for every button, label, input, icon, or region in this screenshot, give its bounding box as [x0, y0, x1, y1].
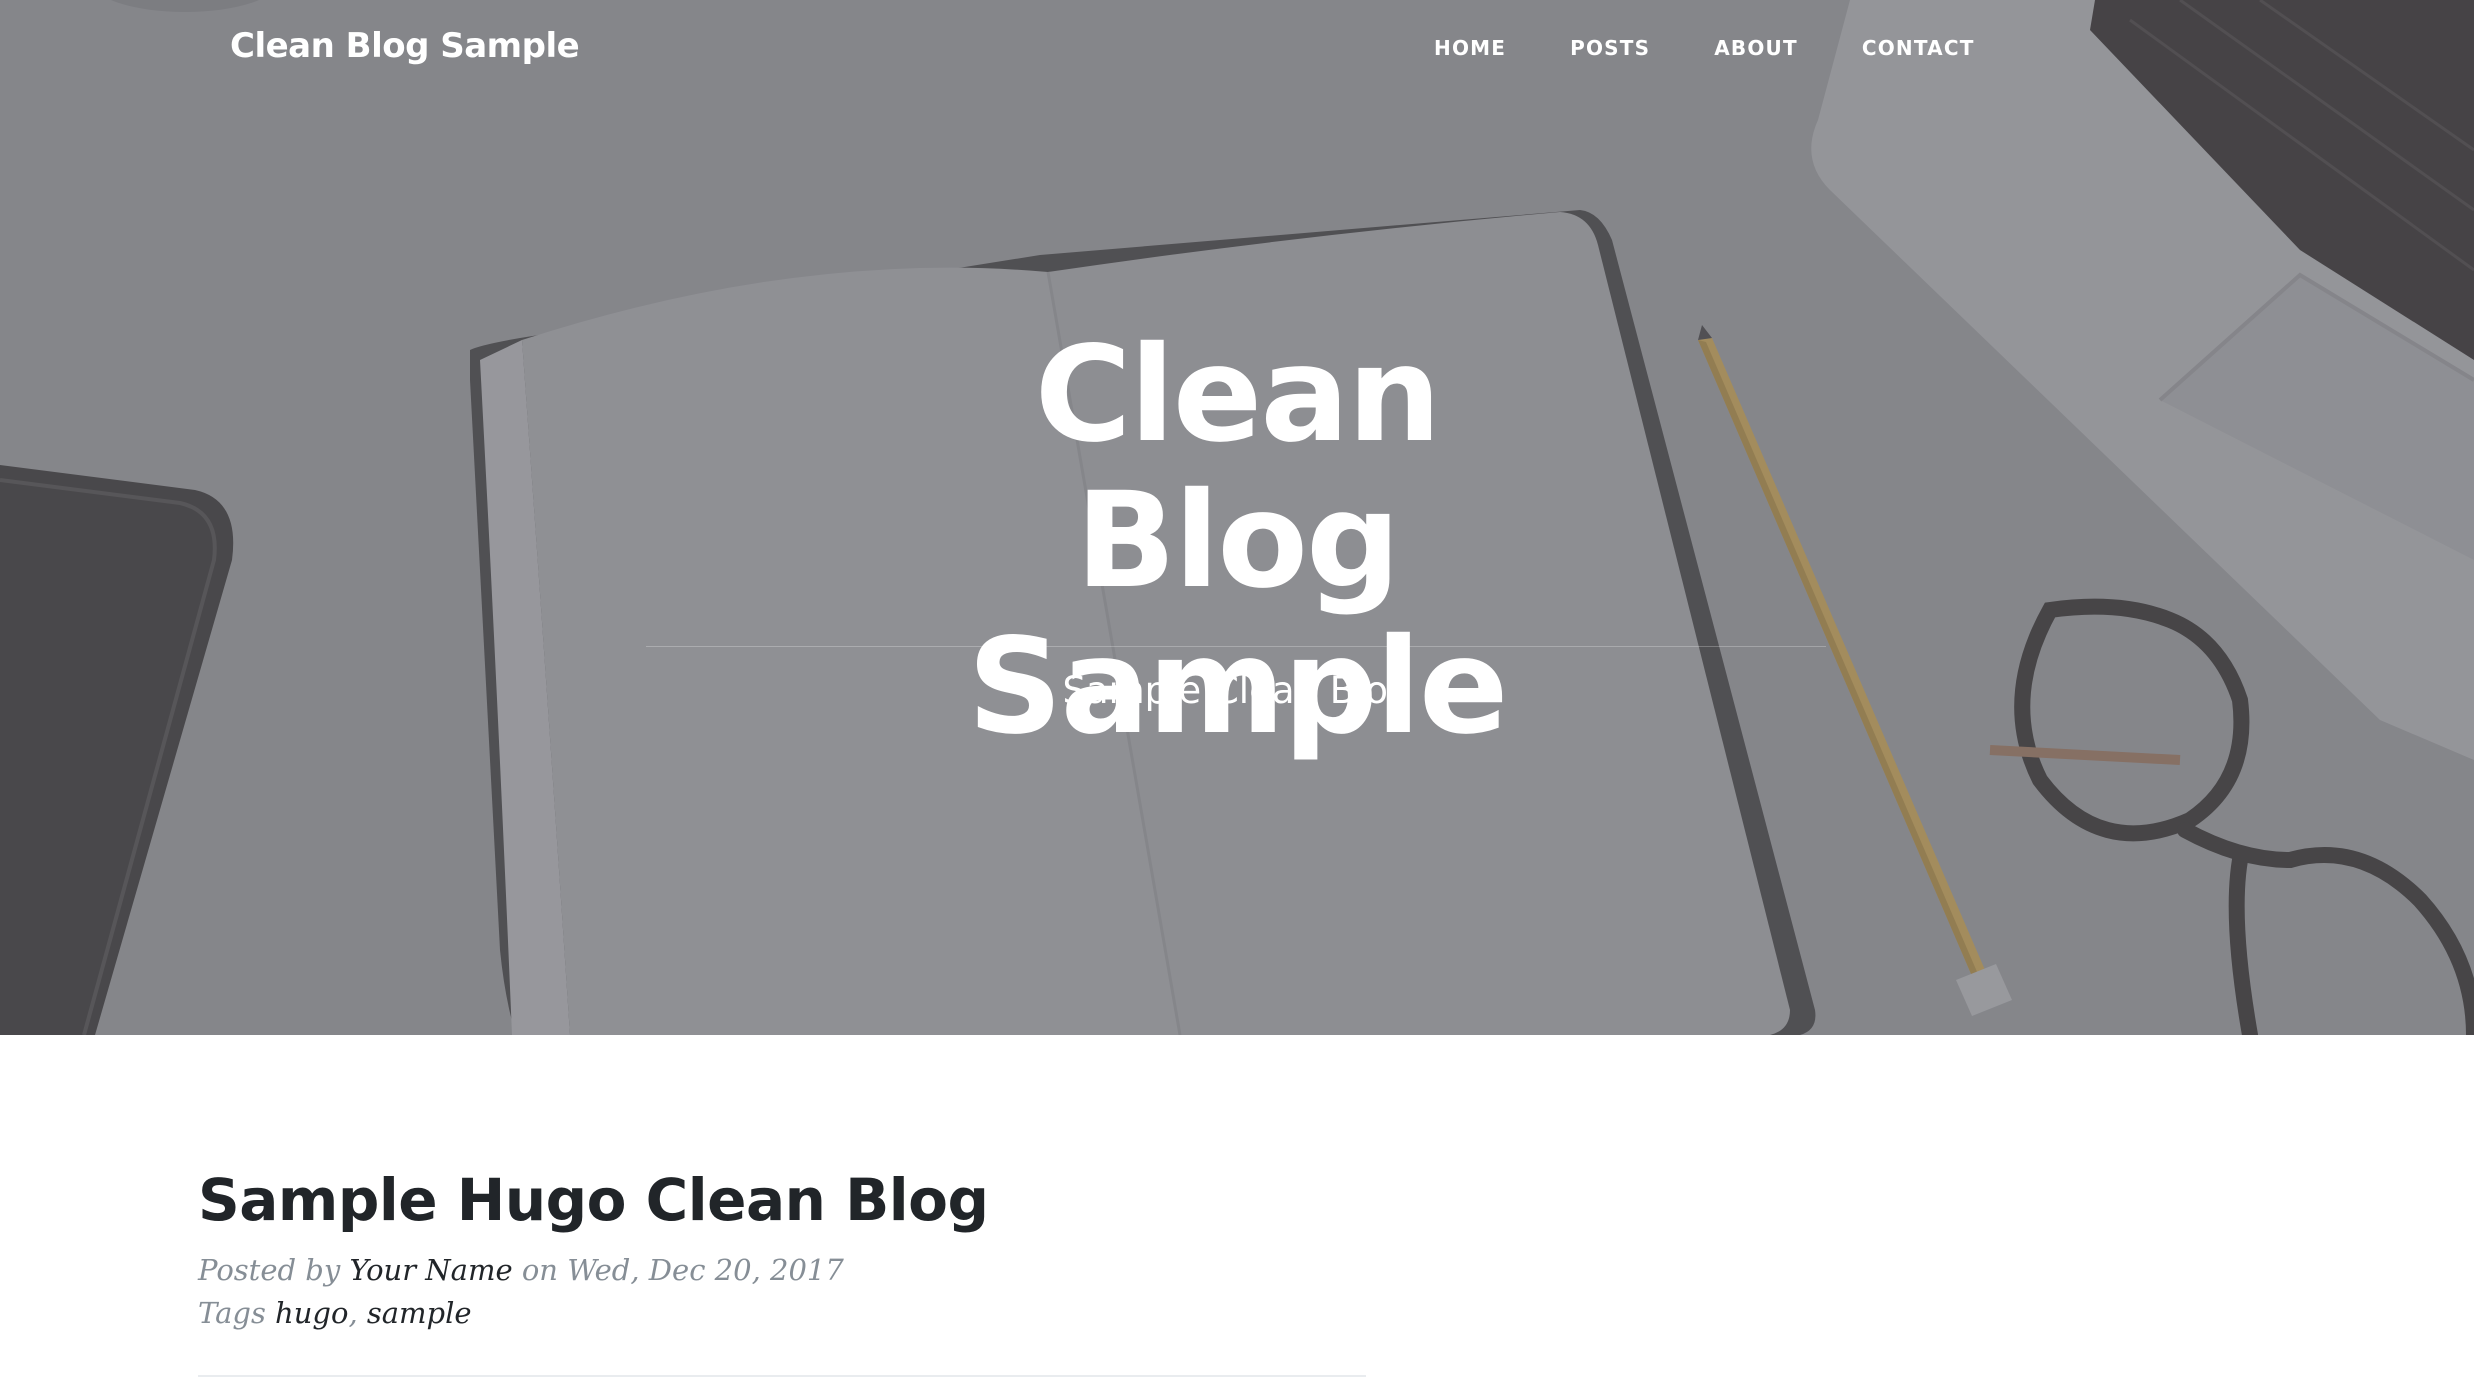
- tag-link-hugo[interactable]: hugo: [275, 1296, 348, 1330]
- page: Clean Blog Sample HOME POSTS ABOUT CONTA…: [0, 0, 2474, 1392]
- post-date: Wed, Dec 20, 2017: [567, 1253, 844, 1287]
- post-title-link[interactable]: Sample Hugo Clean Blog: [198, 1165, 1368, 1235]
- nav-contact-link[interactable]: CONTACT: [1862, 36, 1975, 60]
- site-heading: Clean Blog Sample Sample Clean Blog: [150, 322, 2324, 760]
- post-meta: Posted by Your Name on Wed, Dec 20, 2017…: [198, 1249, 1368, 1335]
- site-subtitle: Sample Clean Blog: [1062, 669, 1412, 712]
- nav-posts-link[interactable]: POSTS: [1570, 36, 1650, 60]
- author-link[interactable]: Your Name: [349, 1253, 512, 1287]
- post-divider: [198, 1375, 1366, 1377]
- hero-header: Clean Blog Sample HOME POSTS ABOUT CONTA…: [0, 0, 2474, 1035]
- post-tags: Tags hugo, sample: [198, 1292, 1368, 1335]
- nav-links: HOME POSTS ABOUT CONTACT: [1434, 36, 2039, 60]
- posted-by-label: Posted by: [198, 1253, 341, 1287]
- post-preview: Sample Hugo Clean Blog Posted by Your Na…: [198, 1035, 1368, 1377]
- nav-about-link[interactable]: ABOUT: [1714, 36, 1798, 60]
- nav-home-link[interactable]: HOME: [1434, 36, 1506, 60]
- post-byline: Posted by Your Name on Wed, Dec 20, 2017: [198, 1249, 1368, 1292]
- tag-link-sample[interactable]: sample: [367, 1296, 472, 1330]
- navbar: Clean Blog Sample HOME POSTS ABOUT CONTA…: [0, 0, 2474, 100]
- tag-separator: ,: [348, 1296, 358, 1330]
- date-prefix: on: [521, 1253, 558, 1287]
- brand-link[interactable]: Clean Blog Sample: [230, 26, 580, 66]
- heading-divider: [646, 646, 1826, 647]
- main-content: Sample Hugo Clean Blog Posted by Your Na…: [198, 1035, 1368, 1377]
- tags-label: Tags: [198, 1296, 266, 1330]
